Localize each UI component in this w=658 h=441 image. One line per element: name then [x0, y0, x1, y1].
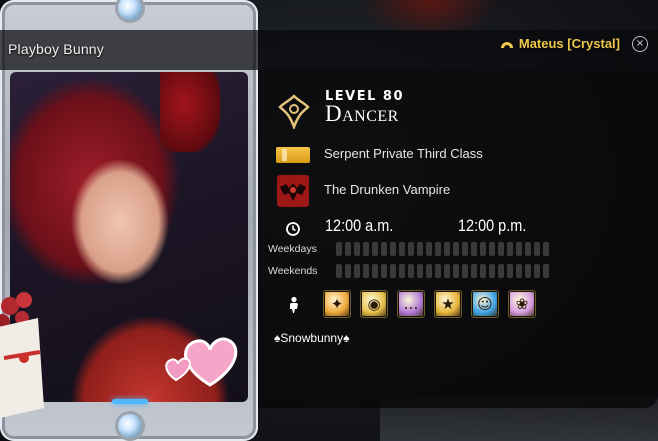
grand-company-rank: Serpent Private Third Class — [324, 146, 483, 161]
hour-cell — [345, 264, 351, 278]
hour-cell — [534, 264, 540, 278]
bouquet-icon — [0, 292, 44, 418]
grand-company-rank-icon — [276, 147, 310, 163]
hour-cell — [498, 264, 504, 278]
server-info: Mateus [Crystal] — [499, 35, 620, 51]
smiley-icon[interactable]: ☺ — [471, 290, 499, 318]
hour-cell — [399, 242, 405, 256]
hour-cell — [399, 264, 405, 278]
hour-cell — [444, 242, 450, 256]
hour-cell — [489, 264, 495, 278]
achievement-icon[interactable]: ★ — [434, 290, 462, 318]
job-name: Dancer — [325, 101, 399, 126]
hour-cell — [435, 264, 441, 278]
free-company-crest-icon[interactable] — [277, 175, 309, 207]
hour-cell — [417, 264, 423, 278]
hour-cell — [543, 242, 549, 256]
hour-cell — [363, 242, 369, 256]
weekdays-label: Weekdays — [268, 243, 317, 255]
hour-cell — [345, 242, 351, 256]
gil-bag-icon[interactable]: ◉ — [360, 290, 388, 318]
hour-cell — [525, 242, 531, 256]
world-icon — [500, 42, 513, 48]
hour-cell — [507, 242, 513, 256]
hour-cell — [480, 264, 486, 278]
hearts-icon — [165, 337, 238, 387]
server-name: Mateus [Crystal] — [518, 35, 620, 51]
hour-cell — [354, 264, 360, 278]
free-company-name[interactable]: The Drunken Vampire — [324, 182, 450, 197]
hour-cell — [498, 242, 504, 256]
battle-icon[interactable]: ✦ — [323, 290, 351, 318]
hour-cell — [408, 264, 414, 278]
time-label-pm: 12:00 p.m. — [458, 216, 527, 235]
dancer-job-icon — [278, 94, 310, 129]
character-name: Playboy Bunny — [8, 41, 104, 57]
playstyle-icons: ✦ ◉ … ★ ☺ ❀ — [323, 290, 536, 318]
hour-cell — [390, 242, 396, 256]
chat-bubble-icon[interactable]: … — [397, 290, 425, 318]
close-button[interactable]: × — [632, 36, 648, 52]
hour-cell — [471, 242, 477, 256]
hour-cell — [453, 242, 459, 256]
hour-cell — [390, 264, 396, 278]
hour-cell — [435, 242, 441, 256]
portrait-indicator — [112, 399, 148, 404]
hour-cell — [363, 264, 369, 278]
frame-gem-top — [118, 0, 142, 20]
hour-cell — [507, 264, 513, 278]
info-panel — [258, 70, 658, 408]
hour-cell — [462, 264, 468, 278]
roleplay-icon[interactable]: ❀ — [508, 290, 536, 318]
portrait-hat — [160, 72, 220, 152]
hour-cell — [525, 264, 531, 278]
hour-cell — [426, 242, 432, 256]
hour-cell — [381, 264, 387, 278]
search-comment: ♠Snowbunny♠ — [274, 331, 350, 345]
hour-cell — [516, 242, 522, 256]
weekdays-hours-row — [336, 242, 549, 256]
hour-cell — [444, 264, 450, 278]
frame-gem-bottom — [118, 414, 142, 438]
weekends-hours-row — [336, 264, 549, 278]
clock-icon — [286, 222, 300, 236]
hour-cell — [372, 242, 378, 256]
playstyle-person-icon — [290, 296, 298, 313]
hour-cell — [372, 264, 378, 278]
bat-icon — [280, 183, 306, 201]
hour-cell — [381, 242, 387, 256]
hour-cell — [489, 242, 495, 256]
hour-cell — [462, 242, 468, 256]
hour-cell — [426, 264, 432, 278]
time-label-am: 12:00 a.m. — [325, 216, 394, 235]
hour-cell — [453, 264, 459, 278]
hour-cell — [471, 264, 477, 278]
hour-cell — [336, 242, 342, 256]
hour-cell — [336, 264, 342, 278]
hour-cell — [480, 242, 486, 256]
hour-cell — [534, 242, 540, 256]
weekends-label: Weekends — [268, 265, 318, 277]
hour-cell — [408, 242, 414, 256]
hour-cell — [417, 242, 423, 256]
hour-cell — [354, 242, 360, 256]
hour-cell — [543, 264, 549, 278]
hour-cell — [516, 264, 522, 278]
